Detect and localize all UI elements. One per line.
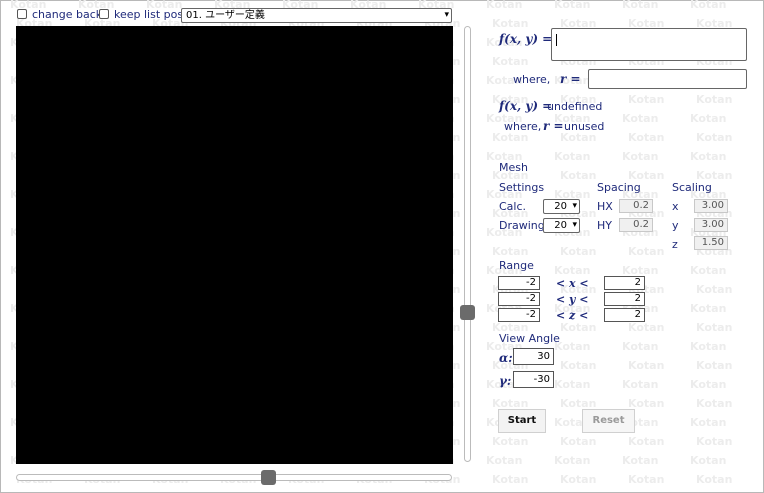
- calc-mesh-value: 20: [554, 201, 567, 212]
- keep-list-pos-checkbox[interactable]: [99, 9, 109, 19]
- chevron-down-icon: ▾: [572, 201, 577, 211]
- gamma-label: γ:: [499, 374, 512, 388]
- reset-button[interactable]: Reset: [582, 409, 635, 433]
- change-back-checkbox[interactable]: [17, 9, 27, 19]
- scaling-x-field[interactable]: 3.00: [694, 199, 728, 213]
- drawing-mesh-value: 20: [554, 220, 567, 231]
- z-min-value: -2: [526, 309, 536, 320]
- hy-label: HY: [597, 219, 612, 232]
- scaling-z-field[interactable]: 1.50: [694, 236, 728, 250]
- r-status-value: unused: [564, 120, 605, 133]
- alpha-value: 30: [537, 351, 550, 362]
- y-range-label: < y <: [556, 293, 589, 306]
- hy-value: 0.2: [633, 219, 649, 230]
- view-angle-heading: View Angle: [499, 332, 560, 345]
- hx-value: 0.2: [633, 200, 649, 211]
- scaling-y-value: 3.00: [701, 219, 724, 230]
- preset-select-value: 01. ユーザー定義: [186, 10, 265, 21]
- f-status-value: undefined: [547, 100, 603, 113]
- keep-list-pos-label: keep list pos.: [114, 8, 187, 21]
- y-min-value: -2: [526, 293, 536, 304]
- x-min-value: -2: [526, 277, 536, 288]
- calc-label: Calc.: [499, 200, 527, 213]
- y-max-value: 2: [634, 293, 641, 304]
- f-label: f(x, y) =: [499, 32, 553, 46]
- x-min-input[interactable]: -2: [498, 276, 540, 290]
- hy-field: 0.2: [619, 218, 653, 232]
- z-min-input[interactable]: -2: [498, 308, 540, 322]
- calc-mesh-select[interactable]: 20 ▾: [543, 199, 580, 214]
- scaling-x-value: 3.00: [701, 200, 724, 211]
- horizontal-rotation-slider[interactable]: [16, 470, 452, 485]
- x-max-input[interactable]: 2: [604, 276, 645, 290]
- scaling-x-label: x: [672, 200, 679, 213]
- spacing-heading: Spacing: [597, 181, 641, 194]
- settings-heading: Settings: [499, 181, 545, 194]
- drawing-label: Drawing: [499, 219, 545, 232]
- where-status-label: where,: [504, 120, 542, 133]
- alpha-label: α:: [499, 351, 513, 365]
- f-status-label: f(x, y) =: [499, 99, 553, 113]
- plot-canvas[interactable]: [16, 26, 453, 464]
- function-input[interactable]: [551, 28, 747, 61]
- x-range-label: < x <: [556, 277, 589, 290]
- chevron-down-icon: ▾: [572, 220, 577, 230]
- scaling-y-label: y: [672, 219, 679, 232]
- r-status-label: r =: [543, 119, 564, 133]
- r-input[interactable]: [588, 69, 747, 89]
- range-heading: Range: [499, 259, 534, 272]
- horizontal-slider-thumb[interactable]: [261, 470, 276, 485]
- mesh-heading: Mesh: [499, 161, 528, 174]
- z-max-input[interactable]: 2: [604, 308, 645, 322]
- change-back-label: change back: [32, 8, 103, 21]
- start-button[interactable]: Start: [498, 409, 546, 433]
- z-max-value: 2: [634, 309, 641, 320]
- where-label: where,: [513, 73, 551, 86]
- hx-label: HX: [597, 200, 613, 213]
- y-min-input[interactable]: -2: [498, 292, 540, 306]
- chevron-down-icon: ▾: [444, 10, 449, 20]
- scaling-z-label: z: [672, 238, 678, 251]
- x-max-value: 2: [634, 277, 641, 288]
- scaling-heading: Scaling: [672, 181, 712, 194]
- vertical-rotation-slider[interactable]: [460, 26, 475, 462]
- text-caret: [556, 34, 557, 46]
- scaling-z-value: 1.50: [701, 237, 724, 248]
- y-max-input[interactable]: 2: [604, 292, 645, 306]
- vertical-slider-thumb[interactable]: [460, 305, 475, 320]
- gamma-input[interactable]: -30: [513, 371, 554, 388]
- preset-select[interactable]: 01. ユーザー定義 ▾: [181, 8, 452, 23]
- alpha-input[interactable]: 30: [513, 348, 554, 365]
- drawing-mesh-select[interactable]: 20 ▾: [543, 218, 580, 233]
- gamma-value: -30: [533, 374, 550, 385]
- r-label: r =: [560, 72, 581, 86]
- z-range-label: < z <: [556, 309, 589, 322]
- scaling-y-field[interactable]: 3.00: [694, 218, 728, 232]
- hx-field: 0.2: [619, 199, 653, 213]
